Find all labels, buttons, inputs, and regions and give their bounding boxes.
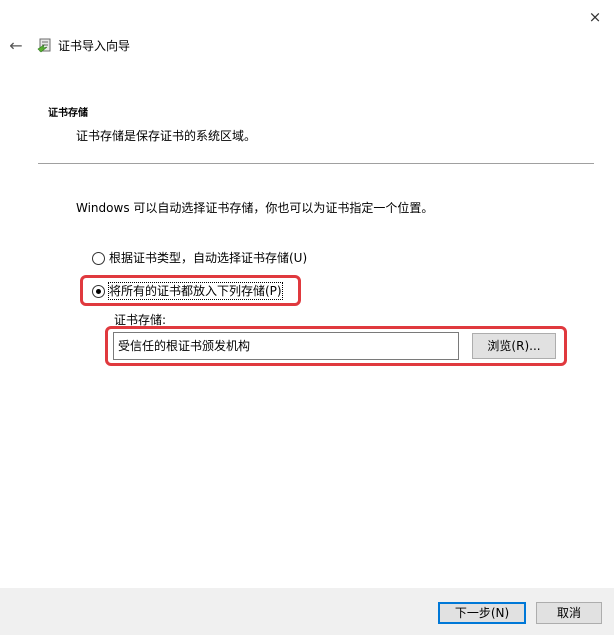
store-field[interactable]: 受信任的根证书颁发机构 — [113, 332, 459, 360]
close-button[interactable]: × — [582, 6, 608, 28]
browse-button[interactable]: 浏览(R)... — [472, 333, 556, 359]
cancel-button[interactable]: 取消 — [536, 602, 602, 624]
back-button[interactable]: ← — [6, 36, 26, 56]
radio-label-specify: 将所有的证书都放入下列存储(P) — [108, 282, 283, 300]
radio-button-auto[interactable] — [92, 252, 105, 265]
next-button[interactable]: 下一步(N) — [438, 602, 526, 624]
close-icon: × — [588, 8, 602, 26]
radio-button-specify[interactable] — [92, 285, 105, 298]
section-heading: 证书存储 — [48, 108, 88, 119]
radio-selected-dot — [96, 289, 101, 294]
radio-option-auto[interactable]: 根据证书类型，自动选择证书存储(U) — [92, 250, 322, 266]
header-divider — [38, 163, 594, 164]
certificate-wizard-icon — [37, 37, 53, 53]
back-arrow-icon: ← — [9, 36, 23, 55]
radio-label-auto: 根据证书类型，自动选择证书存储(U) — [109, 251, 308, 265]
wizard-title: 证书导入向导 — [58, 39, 131, 53]
section-description: 证书存储是保存证书的系统区域。 — [76, 129, 257, 143]
radio-option-specify[interactable]: 将所有的证书都放入下列存储(P) — [92, 282, 292, 300]
info-text: Windows 可以自动选择证书存储，你也可以为证书指定一个位置。 — [76, 201, 434, 215]
